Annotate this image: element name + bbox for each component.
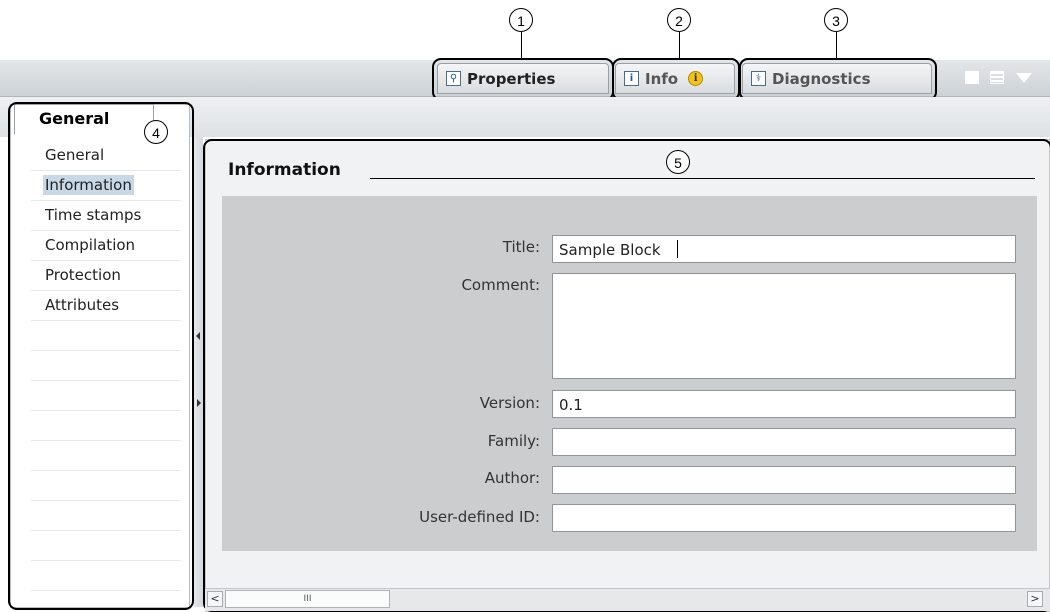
- highlight-diagnostics: [739, 58, 937, 101]
- family-label: Family:: [487, 432, 540, 450]
- comment-label: Comment:: [461, 276, 540, 294]
- collapse-left-icon[interactable]: [196, 332, 200, 340]
- callout-5: 5: [666, 150, 690, 174]
- user-defined-id-field[interactable]: [552, 504, 1016, 532]
- comment-field[interactable]: [552, 273, 1016, 379]
- family-field[interactable]: [552, 428, 1016, 456]
- section-divider: [370, 178, 1035, 179]
- scroll-thumb[interactable]: III: [225, 590, 390, 608]
- version-label: Version:: [479, 394, 540, 412]
- author-field[interactable]: [552, 466, 1016, 494]
- callout-2: 2: [667, 8, 691, 32]
- expand-right-icon[interactable]: [197, 399, 201, 407]
- callout-1: 1: [509, 8, 533, 32]
- highlight-info: [612, 58, 740, 101]
- author-label: Author:: [484, 469, 540, 487]
- user-defined-id-label: User-defined ID:: [419, 508, 540, 526]
- callout-3: 3: [824, 8, 848, 32]
- restore-icon[interactable]: [965, 71, 979, 84]
- highlight-navigation: [8, 102, 194, 610]
- horizontal-scrollbar[interactable]: < III >: [205, 588, 1050, 611]
- panel-splitter[interactable]: [194, 137, 203, 607]
- list-icon[interactable]: [990, 71, 1004, 84]
- callout-4: 4: [144, 120, 168, 144]
- callout-2-line: [679, 32, 680, 61]
- section-title: Information: [228, 160, 341, 180]
- scroll-right-button[interactable]: >: [1027, 591, 1043, 607]
- callout-1-line: [521, 32, 522, 61]
- text-caret: [677, 240, 678, 258]
- dropdown-arrow-icon[interactable]: [1016, 73, 1032, 83]
- title-field[interactable]: Sample Block: [552, 235, 1016, 263]
- version-field[interactable]: 0.1: [552, 390, 1016, 418]
- callout-3-line: [836, 32, 837, 61]
- scroll-left-button[interactable]: <: [207, 591, 223, 607]
- highlight-properties: [432, 58, 614, 101]
- title-label: Title:: [502, 238, 540, 256]
